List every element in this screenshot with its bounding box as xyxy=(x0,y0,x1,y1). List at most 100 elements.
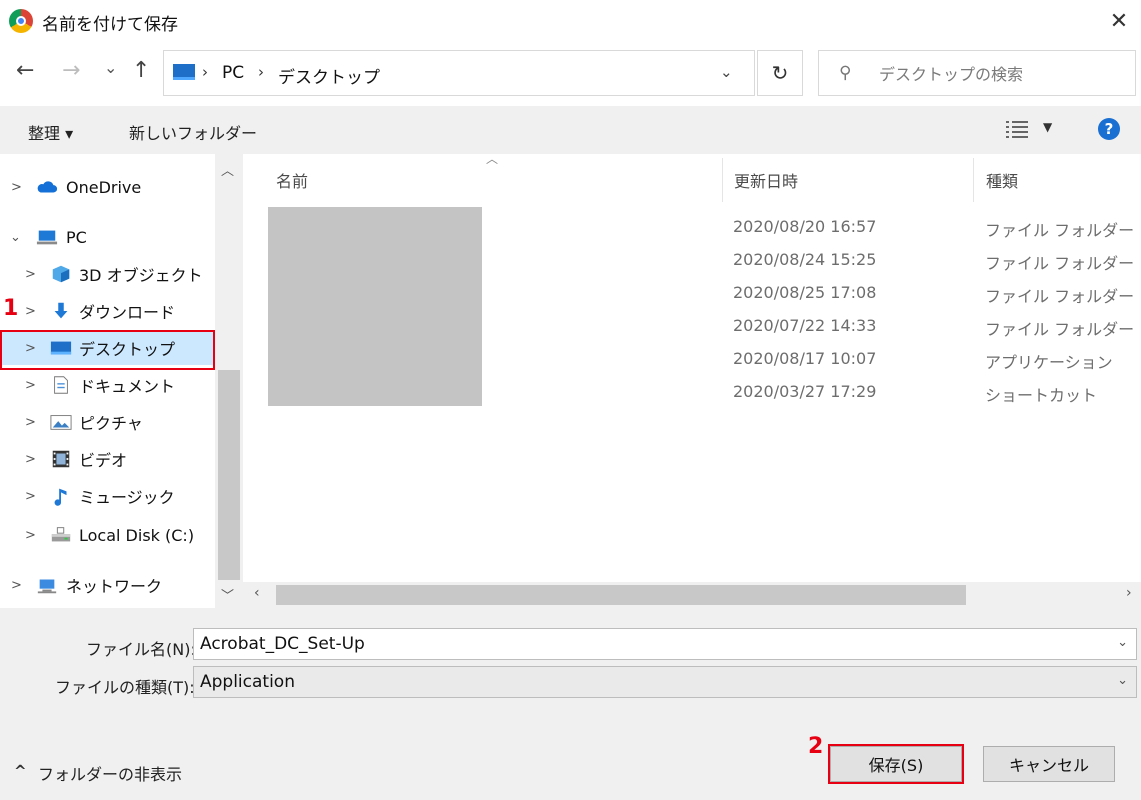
chevron-right-icon[interactable]: > xyxy=(11,180,22,195)
file-modified[interactable]: 2020/08/24 15:25 xyxy=(733,250,876,269)
filename-label: ファイル名(N): xyxy=(86,640,196,659)
chevron-right-icon[interactable]: > xyxy=(25,415,36,430)
tree-item-label: ダウンロード xyxy=(79,303,176,322)
tree-item-label: ネットワーク xyxy=(66,577,163,596)
step-1-label: 1 xyxy=(3,296,19,321)
tree-item-videos[interactable]: > ビデオ xyxy=(0,442,215,476)
sort-indicator-icon: ︿ xyxy=(486,152,499,166)
file-modified[interactable]: 2020/08/17 10:07 xyxy=(733,349,876,368)
chevron-right-icon[interactable]: > xyxy=(11,578,22,593)
chrome-app-icon xyxy=(9,9,33,33)
filetype-label: ファイルの種類(T): xyxy=(55,678,195,697)
scroll-left-arrow-icon[interactable]: ‹ xyxy=(254,585,260,601)
address-bar[interactable]: › PC › デスクトップ ⌄ xyxy=(163,50,755,96)
tree-item-pc[interactable]: ⌄ PC xyxy=(0,220,215,254)
nav-pane-scrollbar-thumb[interactable] xyxy=(218,370,240,580)
recent-locations-button[interactable]: ⌄ xyxy=(104,58,117,77)
cancel-button[interactable]: キャンセル xyxy=(983,746,1115,782)
chevron-up-icon[interactable]: ^ xyxy=(14,762,27,780)
download-icon xyxy=(54,302,68,319)
refresh-button[interactable]: ↻ xyxy=(757,50,803,96)
breadcrumb-separator[interactable]: › xyxy=(258,63,264,81)
scroll-down-arrow-icon[interactable]: ﹀ xyxy=(221,585,234,604)
filename-field[interactable]: Acrobat_DC_Set-Up ⌄ xyxy=(193,628,1137,660)
filetype-select[interactable]: Application ⌄ xyxy=(193,666,1137,698)
file-modified[interactable]: 2020/03/27 17:29 xyxy=(733,382,876,401)
file-modified[interactable]: 2020/07/22 14:33 xyxy=(733,316,876,335)
file-type[interactable]: ファイル フォルダー xyxy=(985,316,1134,340)
tree-item-onedrive[interactable]: > OneDrive xyxy=(0,170,215,204)
help-button[interactable]: ? xyxy=(1098,118,1120,140)
tree-item-local-disk[interactable]: > Local Disk (C:) xyxy=(0,518,215,552)
search-icon: ⚲ xyxy=(839,63,852,83)
file-modified[interactable]: 2020/08/25 17:08 xyxy=(733,283,876,302)
breadcrumb-desktop[interactable]: デスクトップ xyxy=(278,63,380,88)
filename-value[interactable]: Acrobat_DC_Set-Up xyxy=(200,634,365,654)
breadcrumb-pc[interactable]: PC xyxy=(222,63,244,83)
tree-item-label: ミュージック xyxy=(79,488,175,507)
tree-item-pictures[interactable]: > ピクチャ xyxy=(0,405,215,439)
step-2-label: 2 xyxy=(808,734,824,759)
chevron-right-icon[interactable]: > xyxy=(25,378,36,393)
search-input[interactable] xyxy=(877,53,1131,95)
view-dropdown-icon[interactable]: ▼ xyxy=(1043,120,1052,134)
view-options-icon[interactable] xyxy=(1006,119,1028,139)
tree-item-3d-objects[interactable]: > 3D オブジェクト xyxy=(0,257,215,291)
chevron-down-icon[interactable]: ⌄ xyxy=(1117,673,1128,688)
scroll-up-arrow-icon[interactable]: ︿ xyxy=(221,160,234,179)
breadcrumb-separator[interactable]: › xyxy=(202,63,208,81)
filetype-value[interactable]: Application xyxy=(200,672,295,692)
tree-item-music[interactable]: > ミュージック xyxy=(0,479,215,513)
column-header-type[interactable]: 種類 xyxy=(986,168,1018,192)
scroll-right-arrow-icon[interactable]: › xyxy=(1126,585,1132,601)
tree-item-label: 3D オブジェクト xyxy=(79,266,203,285)
file-modified[interactable]: 2020/08/20 16:57 xyxy=(733,217,876,236)
cloud-icon xyxy=(37,181,58,193)
organize-button[interactable]: 整理 ▾ xyxy=(28,120,73,144)
network-icon xyxy=(37,579,57,594)
column-separator[interactable] xyxy=(973,158,974,202)
chevron-right-icon[interactable]: > xyxy=(25,452,36,467)
disk-icon xyxy=(51,527,71,542)
file-type[interactable]: アプリケーション xyxy=(985,349,1113,373)
column-header-modified[interactable]: 更新日時 xyxy=(734,168,798,192)
navigation-pane: > OneDrive ⌄ PC > 3D オブジェクト > ダウンロード > デ… xyxy=(0,154,243,608)
file-type[interactable]: ファイル フォルダー xyxy=(985,217,1134,241)
highlight-desktop-box xyxy=(0,330,215,370)
chevron-right-icon[interactable]: > xyxy=(25,267,36,282)
up-button[interactable]: ↑ xyxy=(132,58,150,83)
column-separator[interactable] xyxy=(722,158,723,202)
file-type[interactable]: ショートカット xyxy=(985,382,1097,406)
chevron-right-icon[interactable]: > xyxy=(25,528,36,543)
video-icon xyxy=(52,450,70,468)
tree-item-downloads[interactable]: > ダウンロード xyxy=(0,294,215,328)
chevron-down-icon[interactable]: ⌄ xyxy=(720,63,733,81)
chevron-right-icon[interactable]: > xyxy=(25,304,36,319)
back-button[interactable]: ← xyxy=(16,58,34,83)
tree-item-network[interactable]: > ネットワーク xyxy=(0,568,215,602)
new-folder-button[interactable]: 新しいフォルダー xyxy=(129,120,257,144)
music-icon xyxy=(54,488,67,506)
file-list-hscrollbar-thumb[interactable] xyxy=(276,585,966,605)
file-type[interactable]: ファイル フォルダー xyxy=(985,283,1134,307)
file-type[interactable]: ファイル フォルダー xyxy=(985,250,1134,274)
forward-button[interactable]: → xyxy=(62,58,80,83)
chevron-right-icon[interactable]: > xyxy=(25,489,36,504)
chevron-down-icon[interactable]: ⌄ xyxy=(1117,635,1128,650)
tree-item-label: ビデオ xyxy=(79,451,128,470)
chevron-down-icon[interactable]: ⌄ xyxy=(10,230,21,245)
window-title: 名前を付けて保存 xyxy=(42,15,178,35)
close-button[interactable]: ✕ xyxy=(1102,4,1136,38)
hide-folders-button[interactable]: フォルダーの非表示 xyxy=(38,761,182,785)
tree-item-documents[interactable]: > ドキュメント xyxy=(0,368,215,402)
computer-icon xyxy=(36,230,58,245)
tree-item-label: PC xyxy=(66,227,87,247)
desktop-icon xyxy=(173,64,195,80)
column-header-name[interactable]: 名前 xyxy=(276,168,308,192)
tree-item-label: ドキュメント xyxy=(79,377,176,396)
search-box[interactable]: ⚲ xyxy=(818,50,1136,96)
document-icon xyxy=(54,376,68,394)
tree-item-label: ピクチャ xyxy=(79,414,143,433)
tree-item-label: Local Disk (C:) xyxy=(79,525,195,545)
highlight-save-box xyxy=(828,744,964,784)
